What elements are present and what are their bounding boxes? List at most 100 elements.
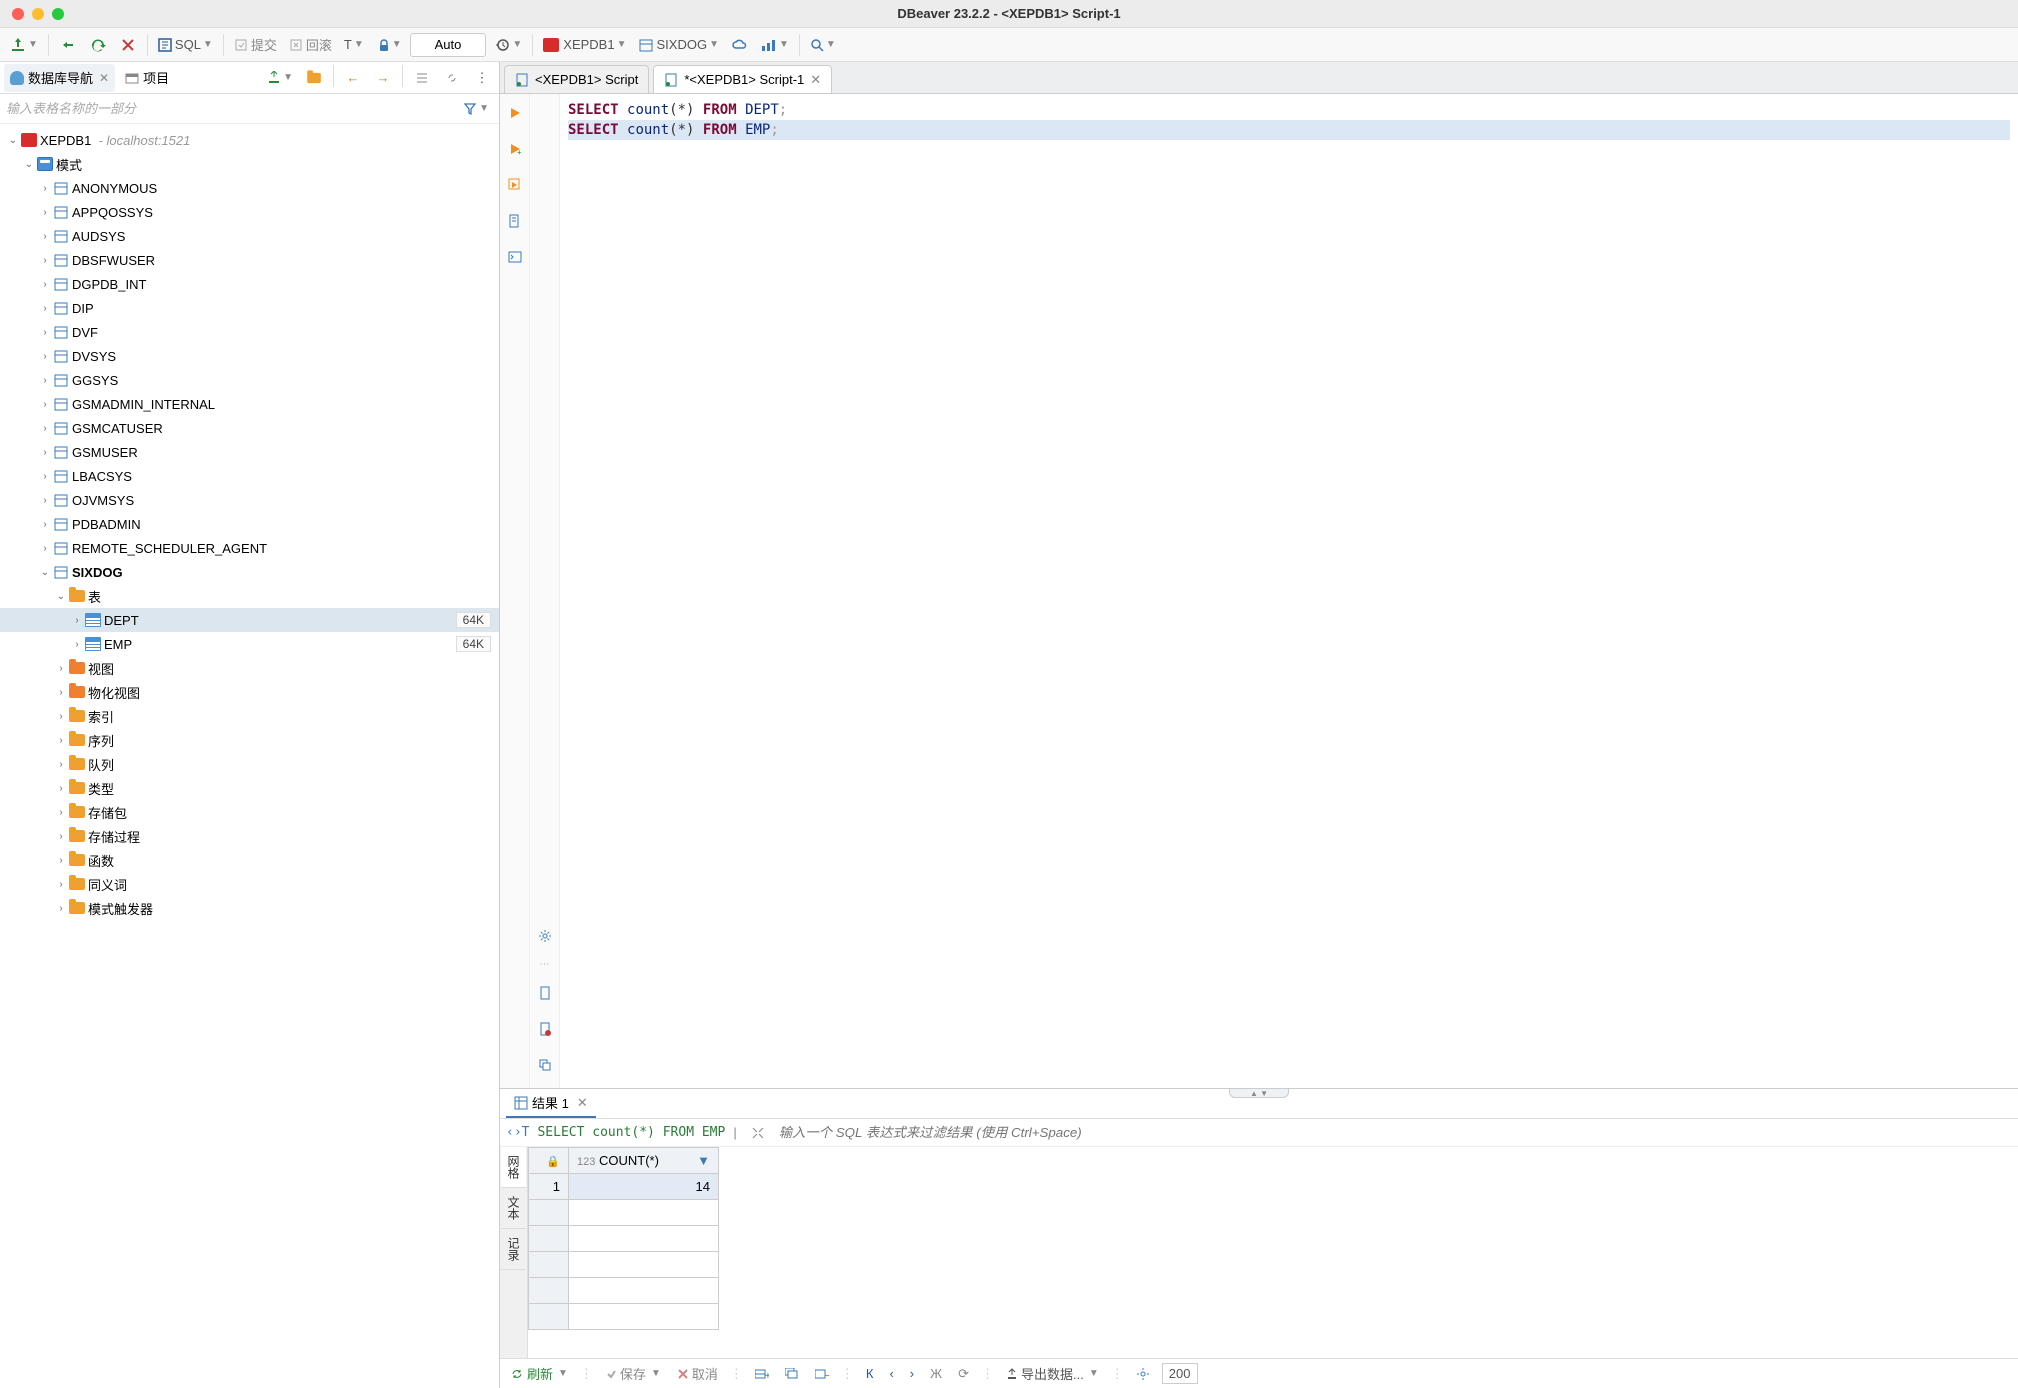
link-editor-button[interactable]: [439, 65, 465, 91]
run-script-button[interactable]: +: [502, 136, 528, 162]
settings-button[interactable]: [532, 923, 558, 949]
schema-node[interactable]: ›LBACSYS: [0, 464, 499, 488]
schemas-node[interactable]: ⌄模式: [0, 152, 499, 176]
schema-folder[interactable]: ›存储过程: [0, 824, 499, 848]
save-button[interactable]: 保存▼: [601, 1362, 665, 1385]
next-button[interactable]: →: [370, 65, 396, 91]
file-button[interactable]: [532, 980, 558, 1006]
reconnect-button[interactable]: [85, 32, 111, 58]
schema-folder[interactable]: ›队列: [0, 752, 499, 776]
table-node[interactable]: ›EMP64K: [0, 632, 499, 656]
results-grid[interactable]: 🔒 123 COUNT(*) ▼ 1 14: [528, 1147, 2018, 1358]
column-header[interactable]: 123 COUNT(*) ▼: [569, 1148, 719, 1174]
schema-folder[interactable]: ›存储包: [0, 800, 499, 824]
duplicate-row-button[interactable]: [781, 1366, 803, 1382]
schema-node[interactable]: ›DVF: [0, 320, 499, 344]
db-selector[interactable]: XEPDB1▼: [539, 32, 630, 58]
disconnect-button[interactable]: [115, 32, 141, 58]
tab-projects[interactable]: 项目: [119, 64, 175, 92]
sql-editor-button[interactable]: SQL▼: [154, 32, 217, 58]
schema-node[interactable]: ›DIP: [0, 296, 499, 320]
editor-tab-2[interactable]: *<XEPDB1> Script-1✕: [653, 65, 832, 93]
run-button[interactable]: [502, 100, 528, 126]
schema-selector[interactable]: SIXDOG▼: [635, 32, 723, 58]
schema-node[interactable]: ›GSMUSER: [0, 440, 499, 464]
explain-button[interactable]: [502, 208, 528, 234]
schema-node[interactable]: ›GSMADMIN_INTERNAL: [0, 392, 499, 416]
schema-node[interactable]: ›AUDSYS: [0, 224, 499, 248]
auto-commit-selector[interactable]: Auto: [410, 33, 487, 57]
tab-navigator[interactable]: 数据库导航 ✕: [4, 64, 115, 92]
close-icon[interactable]: ✕: [810, 72, 821, 88]
db-node[interactable]: ⌄XEPDB1 - localhost:1521: [0, 128, 499, 152]
schema-node[interactable]: ›DVSYS: [0, 344, 499, 368]
new-folder-button[interactable]: [301, 65, 327, 91]
first-page-button[interactable]: К: [862, 1364, 878, 1383]
cloud-button[interactable]: [727, 32, 753, 58]
refresh-button[interactable]: 刷新▼: [506, 1362, 572, 1385]
close-icon[interactable]: ✕: [577, 1095, 588, 1111]
cell-value[interactable]: 14: [569, 1174, 719, 1200]
new-connection-button[interactable]: ▼: [6, 32, 42, 58]
link-button[interactable]: [532, 1052, 558, 1078]
schema-node[interactable]: ›DGPDB_INT: [0, 272, 499, 296]
minimize-window[interactable]: [32, 8, 44, 20]
schema-node[interactable]: ›DBSFWUSER: [0, 248, 499, 272]
schema-folder[interactable]: ›索引: [0, 704, 499, 728]
transaction-mode-button[interactable]: T▼: [340, 32, 368, 58]
schema-node[interactable]: ›OJVMSYS: [0, 488, 499, 512]
schema-node[interactable]: ›GGSYS: [0, 368, 499, 392]
dashboard-button[interactable]: ▼: [757, 32, 793, 58]
schema-node[interactable]: ›REMOTE_SCHEDULER_AGENT: [0, 536, 499, 560]
close-window[interactable]: [12, 8, 24, 20]
add-row-button[interactable]: +: [751, 1366, 773, 1382]
schema-node-active[interactable]: ⌄SIXDOG: [0, 560, 499, 584]
results-filter-input[interactable]: [779, 1125, 2012, 1140]
schema-node[interactable]: ›ANONYMOUS: [0, 176, 499, 200]
connect-button[interactable]: [55, 32, 81, 58]
editor-tab-1[interactable]: <XEPDB1> Script: [504, 65, 649, 93]
schema-node[interactable]: ›PDBADMIN: [0, 512, 499, 536]
schema-folder[interactable]: ›视图: [0, 656, 499, 680]
run-new-tab-button[interactable]: [502, 172, 528, 198]
prev-button[interactable]: ←: [340, 65, 366, 91]
vtab-grid[interactable]: 网格: [501, 1147, 526, 1188]
results-tab-1[interactable]: 结果 1✕: [506, 1089, 596, 1118]
schema-folder[interactable]: ›物化视图: [0, 680, 499, 704]
fetch-all-button[interactable]: ⟳: [954, 1364, 973, 1384]
filter-funnel-button[interactable]: ▼: [459, 96, 493, 122]
close-icon[interactable]: ✕: [99, 71, 109, 85]
commit-button[interactable]: 提交: [230, 32, 281, 58]
sql-editor[interactable]: SELECT count(*) FROM DEPT; SELECT count(…: [560, 94, 2018, 1088]
terminal-button[interactable]: [502, 244, 528, 270]
vtab-text[interactable]: 文本: [501, 1188, 526, 1229]
prev-page-button[interactable]: ‹: [885, 1364, 897, 1383]
row-number[interactable]: 1: [529, 1174, 569, 1200]
expand-filter-button[interactable]: [745, 1120, 771, 1146]
fetch-size[interactable]: 200: [1162, 1363, 1198, 1384]
schema-folder[interactable]: ›序列: [0, 728, 499, 752]
config-button[interactable]: [1132, 1365, 1154, 1383]
rollback-button[interactable]: 回滚: [285, 32, 336, 58]
vtab-record[interactable]: 记录: [501, 1229, 526, 1270]
schema-folder[interactable]: ›模式触发器: [0, 896, 499, 920]
schema-folder[interactable]: ›函数: [0, 848, 499, 872]
last-page-button[interactable]: Ж: [926, 1364, 946, 1383]
export-button[interactable]: 导出数据...▼: [1002, 1362, 1103, 1385]
zoom-window[interactable]: [52, 8, 64, 20]
collapse-all-button[interactable]: [409, 65, 435, 91]
collapse-handle[interactable]: ▲ ▼: [1229, 1088, 1289, 1098]
schema-node[interactable]: ›GSMCATUSER: [0, 416, 499, 440]
view-menu-button[interactable]: ⋮: [469, 65, 495, 91]
table-node[interactable]: ›DEPT64K: [0, 608, 499, 632]
new-conn-tree-button[interactable]: ▼: [263, 65, 297, 91]
search-button[interactable]: ▼: [806, 32, 840, 58]
lock-button[interactable]: ▼: [372, 32, 406, 58]
delete-row-button[interactable]: −: [811, 1366, 833, 1382]
tables-folder[interactable]: ⌄表: [0, 584, 499, 608]
next-page-button[interactable]: ›: [906, 1364, 918, 1383]
schema-folder[interactable]: ›类型: [0, 776, 499, 800]
schema-node[interactable]: ›APPQOSSYS: [0, 200, 499, 224]
history-button[interactable]: ▼: [490, 32, 526, 58]
tree-filter-input[interactable]: [6, 101, 459, 116]
